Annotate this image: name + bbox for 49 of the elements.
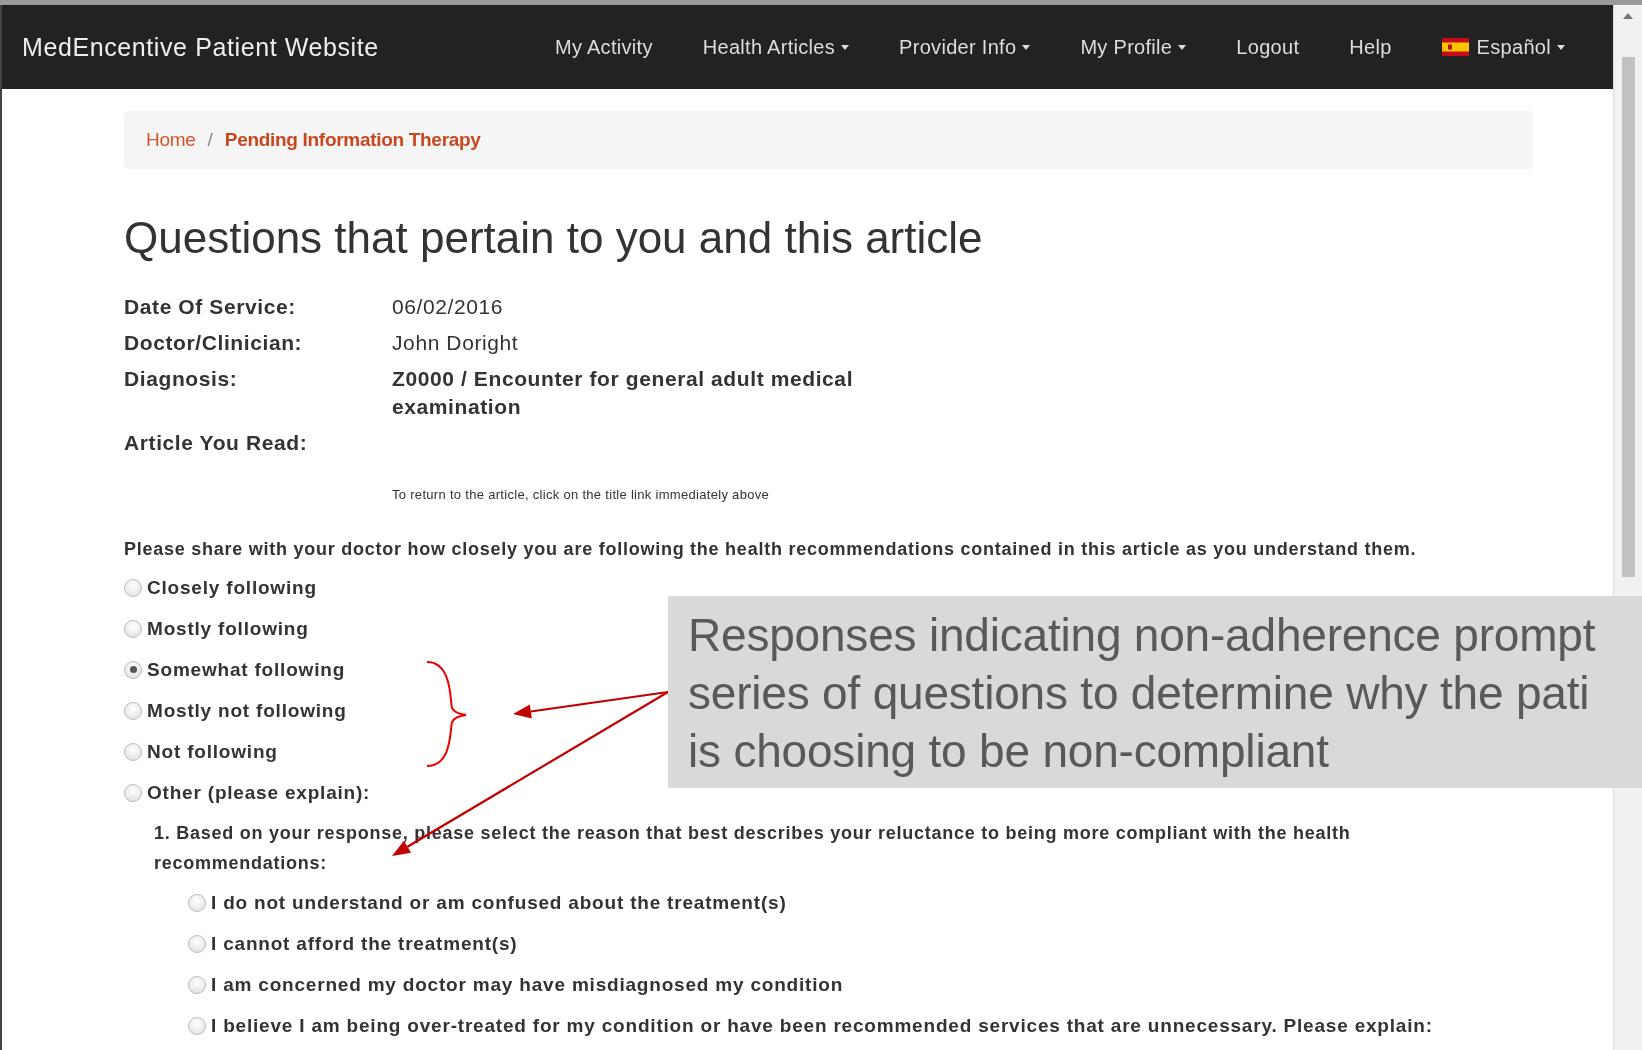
caret-icon: [1178, 44, 1187, 50]
field-label: Article You Read:: [124, 430, 309, 456]
nav-link[interactable]: My Activity: [554, 29, 653, 65]
option-label[interactable]: I do not understand or am confused about the treatment(s): [211, 891, 787, 914]
caret-icon: [1022, 44, 1031, 50]
radio-button[interactable]: [124, 578, 142, 597]
radio-button[interactable]: [188, 893, 206, 912]
scroll-up-icon[interactable]: [1623, 13, 1633, 19]
caret-icon: [1557, 44, 1565, 50]
field-label: Date Of Service:: [124, 294, 297, 320]
field-label: Diagnosis:: [124, 366, 239, 392]
option-label[interactable]: Not following: [147, 740, 278, 763]
option-label[interactable]: Somewhat following: [147, 658, 346, 681]
nav-link[interactable]: Español: [1441, 29, 1565, 65]
radio-button[interactable]: [124, 619, 142, 638]
site-brand[interactable]: MedEncentive Patient Website: [22, 33, 379, 62]
field-value: Z0000 / Encounter for general adult medical examination: [392, 366, 855, 420]
option-label[interactable]: I cannot afford the treatment(s): [211, 932, 518, 955]
question-text: Please share with your doctor how closely you are following the health recommendations contained in this article as you understand them.: [124, 539, 1418, 560]
option-label[interactable]: I am concerned my doctor may have misdiagnosed my condition: [211, 973, 844, 996]
radio-button[interactable]: [124, 742, 142, 761]
breadcrumb-separator: /: [207, 129, 213, 151]
nav-link[interactable]: Logout: [1236, 29, 1300, 65]
option-label[interactable]: Mostly not following: [147, 699, 347, 722]
flag-icon: [1441, 38, 1469, 56]
nav-link[interactable]: My Profile: [1080, 29, 1187, 65]
radio-button[interactable]: [124, 701, 142, 720]
nav-link[interactable]: Help: [1349, 29, 1392, 65]
field-label: Doctor/Clinician:: [124, 330, 304, 356]
radio-button[interactable]: [188, 1016, 206, 1035]
breadcrumb-link[interactable]: Pending Information Therapy: [224, 129, 481, 151]
field-value: John Doright: [392, 330, 520, 356]
radio-button[interactable]: [188, 975, 206, 994]
article-note: To return to the article, click on the title link immediately above: [392, 487, 771, 502]
nav-link[interactable]: Health Articles: [702, 29, 850, 65]
radio-button[interactable]: [124, 783, 142, 802]
radio-button[interactable]: [124, 660, 142, 679]
callout-text: Responses indicating non-adherence prompt series of questions to determine why the pati is choosing to be non-compliant: [688, 608, 1597, 779]
radio-button[interactable]: [188, 934, 206, 953]
scrollbar-thumb[interactable]: [1622, 57, 1635, 577]
option-label[interactable]: Other (please explain):: [147, 781, 371, 804]
caret-icon: [841, 44, 850, 50]
page-heading: Questions that pertain to you and this article: [124, 213, 984, 263]
option-label[interactable]: I believe I am being over-treated for my condition or have been recommended services that are unnecessary. Please explain:: [211, 1014, 1433, 1037]
nav-link[interactable]: Provider Info: [899, 29, 1031, 65]
field-value: 06/02/2016: [392, 294, 505, 320]
option-label[interactable]: Closely following: [147, 576, 317, 599]
breadcrumb-link[interactable]: Home: [146, 129, 196, 151]
option-label[interactable]: Mostly following: [147, 617, 309, 640]
